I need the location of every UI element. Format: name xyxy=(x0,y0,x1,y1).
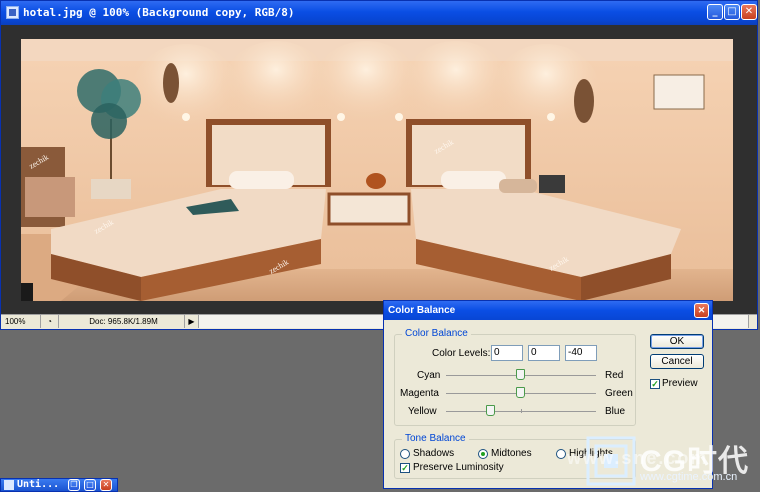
restore-button[interactable]: ❐ xyxy=(68,479,80,491)
highlights-radio[interactable] xyxy=(556,449,566,459)
document-icon xyxy=(4,480,14,490)
dialog-close-button[interactable]: ✕ xyxy=(694,303,709,318)
document-window: hotal.jpg @ 100% (Background copy, RGB/8… xyxy=(0,0,758,330)
color-balance-group-label: Color Balance xyxy=(402,328,471,339)
slider-green-label: Green xyxy=(605,388,633,399)
midtones-label: Midtones xyxy=(491,448,532,459)
minimize-button[interactable]: _ xyxy=(707,4,723,20)
status-menu-arrow-icon[interactable]: ▶ xyxy=(185,315,199,328)
photoshop-document-icon xyxy=(6,6,19,19)
watermark-url: www.cgtime.com.cn xyxy=(640,471,738,483)
document-size-info[interactable]: Doc: 965.8K/1.89M xyxy=(59,315,185,328)
midtones-radio[interactable] xyxy=(478,449,488,459)
dialog-title: Color Balance xyxy=(388,305,456,316)
preserve-luminosity-label: Preserve Luminosity xyxy=(413,462,504,473)
preserve-luminosity-checkbox[interactable]: ✓ xyxy=(400,463,410,473)
hotel-room-photo: zechik zechik zechik zechik zechik xyxy=(21,39,733,301)
yellow-blue-slider-track[interactable] xyxy=(446,409,596,413)
tone-balance-group-label: Tone Balance xyxy=(402,433,469,444)
cancel-button[interactable]: Cancel xyxy=(650,354,704,369)
preview-checkbox[interactable]: ✓ xyxy=(650,379,660,389)
document-titlebar[interactable]: hotal.jpg @ 100% (Background copy, RGB/8… xyxy=(1,1,757,25)
image-corner-mark xyxy=(21,283,33,301)
image-canvas[interactable]: zechik zechik zechik zechik zechik xyxy=(21,39,733,301)
slider-blue-label: Blue xyxy=(605,406,626,417)
magenta-green-slider-thumb[interactable] xyxy=(516,387,525,398)
zoom-preview-icon[interactable]: ◔ xyxy=(41,315,59,328)
minimized-document-window[interactable]: Unti... ❐ □ ✕ xyxy=(0,478,118,492)
preview-label: Preview xyxy=(662,378,698,389)
shadows-label: Shadows xyxy=(413,448,455,459)
document-title: hotal.jpg @ 100% (Background copy, RGB/8… xyxy=(23,6,295,19)
color-level-yellow-blue-input[interactable]: -40 xyxy=(565,345,597,361)
color-level-cyan-red-input[interactable]: 0 xyxy=(491,345,523,361)
slider-cyan-label: Cyan xyxy=(417,370,441,381)
slider-magenta-label: Magenta xyxy=(400,388,439,399)
zoom-level[interactable]: 100% xyxy=(1,315,41,328)
cyan-red-slider-thumb[interactable] xyxy=(516,369,525,380)
minimized-maximize-button[interactable]: □ xyxy=(84,479,96,491)
slider-yellow-label: Yellow xyxy=(408,406,437,417)
minimized-window-title: Unti... xyxy=(17,479,60,490)
ok-button[interactable]: OK xyxy=(650,334,704,349)
close-button[interactable]: ✕ xyxy=(741,4,757,20)
maximize-button[interactable]: □ xyxy=(724,4,740,20)
minimized-close-button[interactable]: ✕ xyxy=(100,479,112,491)
slider-red-label: Red xyxy=(605,370,624,381)
yellow-blue-slider-thumb[interactable] xyxy=(486,405,495,416)
dialog-titlebar[interactable]: Color Balance xyxy=(384,301,712,320)
color-level-magenta-green-input[interactable]: 0 xyxy=(528,345,560,361)
shadows-radio[interactable] xyxy=(400,449,410,459)
color-levels-label: Color Levels: xyxy=(432,348,491,359)
